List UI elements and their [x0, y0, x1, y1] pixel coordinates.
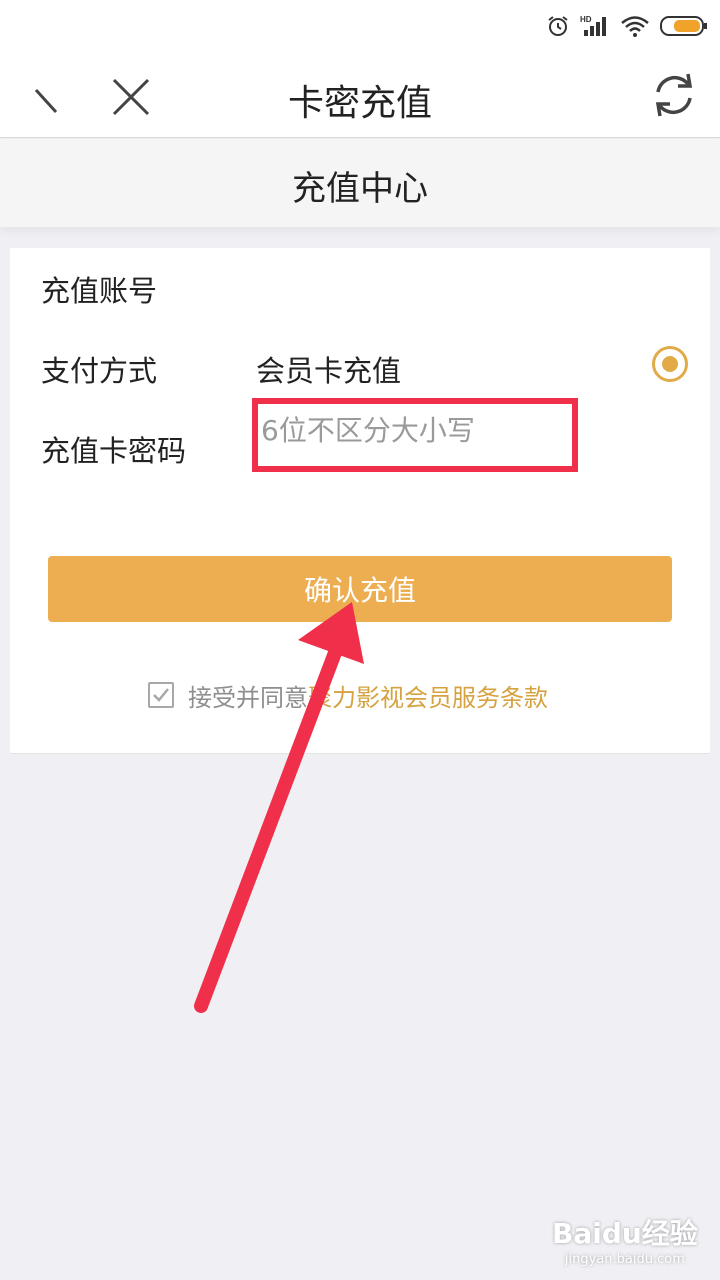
check-icon: [153, 688, 169, 702]
terms-link[interactable]: 聚力影视会员服务条款: [308, 684, 548, 712]
recharge-form: 充值账号 支付方式 会员卡充值 充值卡密码 确认充值 接受并同意聚力影视会员服务…: [10, 248, 710, 754]
card-pin-label: 充值卡密码: [41, 434, 187, 468]
payment-method-radio[interactable]: [652, 346, 688, 382]
section-header: 充值中心: [0, 139, 720, 227]
wifi-icon: [621, 16, 649, 37]
svg-text:HD: HD: [580, 15, 592, 24]
agreement-row: 接受并同意聚力影视会员服务条款: [148, 680, 548, 712]
watermark-brand: Baidu经验: [552, 1217, 698, 1250]
refresh-icon[interactable]: [650, 70, 698, 120]
payment-method-value: 会员卡充值: [256, 354, 402, 388]
baidu-watermark: Baidu经验 jingyan.baidu.com: [552, 1212, 698, 1267]
status-bar: HD: [0, 0, 720, 52]
annotation-highlight-box: [252, 398, 578, 472]
account-label: 充值账号: [41, 274, 158, 308]
battery-icon: [660, 16, 707, 36]
page-title: 卡密充值: [287, 83, 432, 124]
agreement-text: 接受并同意: [188, 683, 308, 712]
alarm-icon: [548, 16, 568, 36]
radio-selected-dot: [662, 356, 678, 372]
status-icons: HD: [546, 12, 708, 40]
watermark-url: jingyan.baidu.com: [564, 1252, 685, 1267]
confirm-recharge-button[interactable]: 确认充值: [48, 556, 672, 622]
signal-icon: HD: [580, 15, 606, 36]
payment-method-label: 支付方式: [41, 354, 158, 388]
agreement-checkbox[interactable]: [148, 682, 174, 708]
section-title: 充值中心: [292, 169, 428, 209]
nav-bar: 卡密充值: [0, 52, 720, 138]
